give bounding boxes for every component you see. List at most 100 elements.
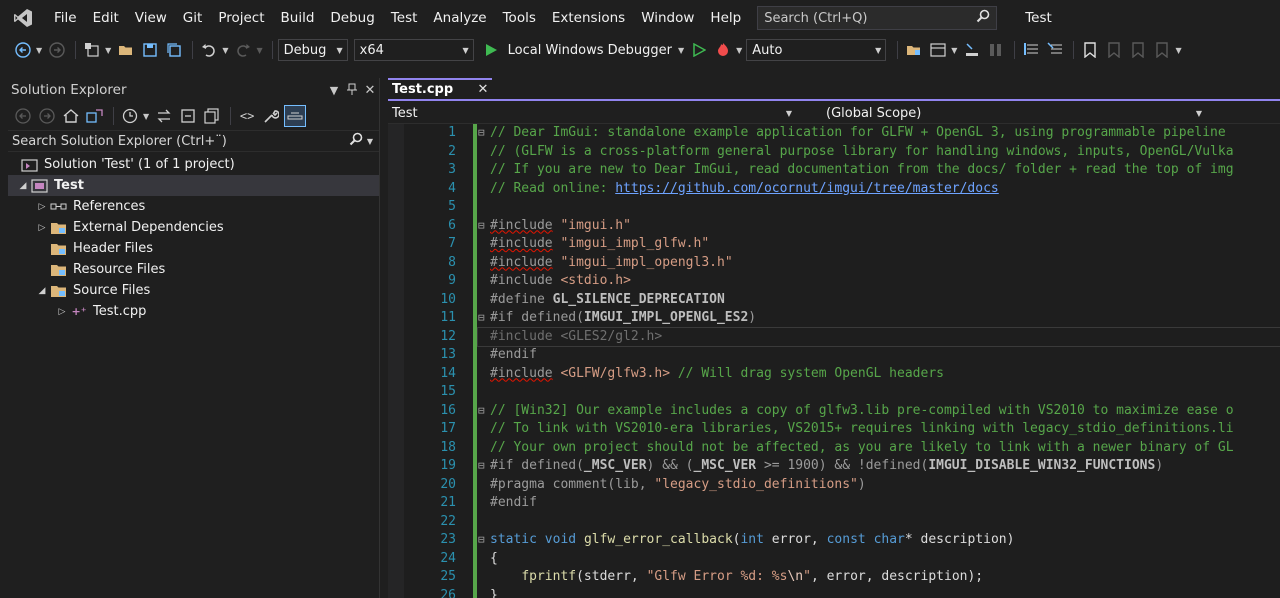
chevron-down-icon: ▼ [875,45,882,55]
close-icon[interactable]: ✕ [474,82,492,97]
code-text[interactable]: ⊟// Dear ImGui: standalone example appli… [477,124,1280,598]
start-debugging-icon[interactable] [480,39,502,61]
visual-studio-logo-icon[interactable] [0,0,46,36]
toolbar-divider [897,41,899,59]
solution-explorer-search-input[interactable]: Search Solution Explorer (Ctrl+¨) ▼ [8,130,379,152]
menu-file[interactable]: File [46,0,85,36]
collapse-region-icon[interactable]: ⊟ [478,309,490,328]
open-folder-icon[interactable] [115,39,137,61]
tree-external-dependencies-label: External Dependencies [73,220,224,235]
menu-help[interactable]: Help [702,0,749,36]
menu-view[interactable]: View [127,0,175,36]
toggle-tools-icon[interactable] [985,39,1007,61]
navigate-back-icon[interactable] [12,39,34,61]
properties-wrench-icon[interactable] [260,105,282,127]
start-debugging-button[interactable]: Local Windows Debugger [508,43,672,58]
previous-bookmark-icon[interactable] [1103,39,1125,61]
start-without-debugging-icon[interactable] [688,39,710,61]
menu-project[interactable]: Project [210,0,272,36]
menu-extensions[interactable]: Extensions [544,0,633,36]
chevron-down-icon[interactable]: ▼ [951,46,957,55]
chevron-down-icon[interactable]: ▼ [256,46,262,55]
chevron-down-icon[interactable]: ▼ [678,46,684,55]
preprocessor-directive: #endif [490,347,537,362]
uncomment-lines-icon[interactable] [1044,39,1066,61]
collapse-region-icon[interactable]: ⊟ [478,531,490,550]
indicator-margin[interactable] [388,124,404,598]
show-all-files-icon[interactable] [201,105,223,127]
collapsed-arrow-icon[interactable]: ▷ [55,307,69,317]
tree-project[interactable]: ◢ Test [8,175,379,196]
solution-configuration-select[interactable]: Debug ▼ [277,39,348,61]
pin-icon[interactable] [343,83,361,98]
expanded-arrow-icon[interactable]: ◢ [35,286,49,296]
chevron-down-icon[interactable]: ▼ [143,112,149,121]
step-into-icon[interactable] [961,39,983,61]
chevron-down-icon[interactable]: ▼ [736,46,742,55]
solution-explorer-toolbar: ▼ <> [8,102,379,130]
menu-edit[interactable]: Edit [85,0,127,36]
pending-changes-filter-icon[interactable] [119,105,141,127]
code-editor[interactable]: 1 2 3 4 5 6 7 8 9 10 11 12 13 14 15 16 1… [388,124,1280,598]
collapse-region-icon[interactable]: ⊟ [478,457,490,476]
tree-file-test-cpp[interactable]: ▷ +⁺ Test.cpp [8,301,379,322]
window-position-icon[interactable]: ▼ [325,84,343,97]
layout-icon[interactable] [927,39,949,61]
switch-views-icon[interactable] [84,105,106,127]
comment-lines-icon[interactable] [1020,39,1042,61]
menu-debug[interactable]: Debug [322,0,382,36]
toolbar-overflow-icon[interactable]: ▼ [1175,46,1181,55]
docs-link[interactable]: https://github.com/ocornut/imgui/tree/ma… [615,181,999,196]
next-bookmark-icon[interactable] [1127,39,1149,61]
collapse-region-icon[interactable]: ⊟ [478,217,490,236]
sync-with-active-document-icon[interactable] [153,105,175,127]
forward-icon[interactable] [36,105,58,127]
tree-references[interactable]: ▷ References [8,196,379,217]
preprocessor-directive: #include [490,273,553,288]
bookmark-icon[interactable] [1079,39,1101,61]
menu-analyze[interactable]: Analyze [425,0,494,36]
chevron-down-icon[interactable]: ▼ [36,46,42,55]
menu-git[interactable]: Git [175,0,211,36]
chevron-down-icon[interactable]: ▼ [105,46,111,55]
close-icon[interactable]: ✕ [361,83,379,98]
redo-icon[interactable] [232,39,254,61]
project-dropdown[interactable]: Test ▼ [388,102,798,124]
collapsed-arrow-icon[interactable]: ▷ [35,202,49,212]
tree-source-files[interactable]: ◢ Source Files [8,280,379,301]
tree-external-dependencies[interactable]: ▷ External Dependencies [8,217,379,238]
collapse-region-icon[interactable]: ⊟ [478,124,490,143]
menu-window[interactable]: Window [633,0,702,36]
solution-platform-select[interactable]: x64 ▼ [353,39,474,61]
filter-folder-icon [49,262,69,278]
view-code-icon[interactable]: <> [236,105,258,127]
open-file-in-folder-icon[interactable] [903,39,925,61]
tree-resource-files[interactable]: Resource Files [8,259,379,280]
back-icon[interactable] [12,105,34,127]
search-options-icon[interactable]: ▼ [367,137,373,146]
home-icon[interactable] [60,105,82,127]
menu-test[interactable]: Test [383,0,426,36]
collapse-all-icon[interactable] [177,105,199,127]
global-search-input[interactable]: Search (Ctrl+Q) [757,6,998,30]
expanded-arrow-icon[interactable]: ◢ [16,181,30,191]
collapse-region-icon[interactable]: ⊟ [478,402,490,421]
scope-dropdown[interactable]: (Global Scope) ▼ [798,102,1208,124]
tree-header-files[interactable]: Header Files [8,238,379,259]
chevron-down-icon[interactable]: ▼ [222,46,228,55]
undo-icon[interactable] [198,39,220,61]
collapsed-arrow-icon[interactable]: ▷ [35,223,49,233]
tree-solution[interactable]: Solution 'Test' (1 of 1 project) [8,154,379,175]
hot-reload-icon[interactable] [712,39,734,61]
save-icon[interactable] [139,39,161,61]
preview-selected-items-icon[interactable] [284,105,307,127]
menu-build[interactable]: Build [273,0,323,36]
clear-bookmarks-icon[interactable] [1151,39,1173,61]
tab-test-cpp[interactable]: Test.cpp ✕ [388,78,492,99]
stack-frame-select[interactable]: Auto ▼ [746,39,887,61]
menu-tools[interactable]: Tools [495,0,544,36]
navigate-forward-icon[interactable] [46,39,68,61]
save-all-icon[interactable] [163,39,185,61]
new-project-icon[interactable] [81,39,103,61]
